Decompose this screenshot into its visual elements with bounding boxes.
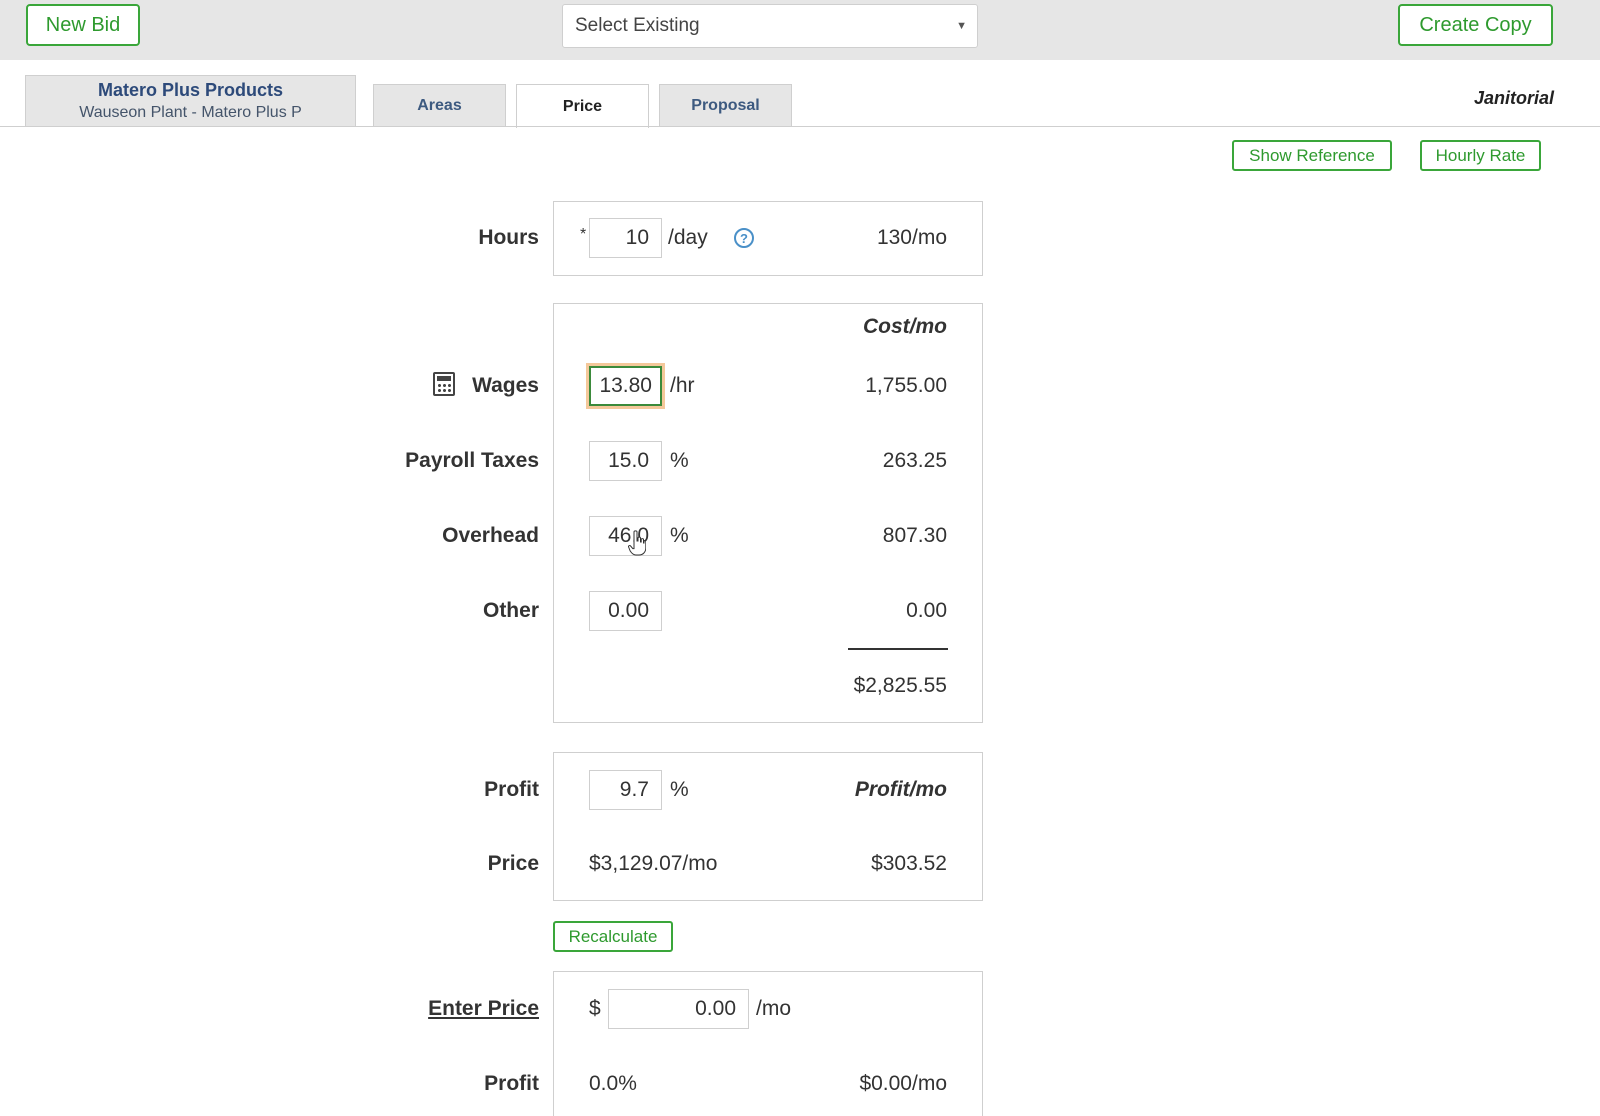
price-value: $3,129.07/mo (589, 852, 718, 875)
company-name: Matero Plus Products (97, 80, 284, 100)
tab-price[interactable]: Price (516, 84, 649, 128)
hours-per-month: 130/mo (876, 226, 947, 249)
company-location: Wauseon Plant - Matero Plus P (79, 104, 302, 121)
select-existing-label: Select Existing (575, 15, 700, 36)
payroll-taxes-label: Payroll Taxes (405, 449, 539, 472)
total-cost: $2,825.55 (853, 674, 947, 697)
calculator-icon[interactable] (433, 372, 455, 396)
overhead-cost: 807.30 (882, 524, 947, 547)
enter-price-input[interactable] (608, 989, 749, 1029)
hours-unit: /day (668, 226, 708, 249)
profit-per-month: $303.52 (871, 852, 947, 875)
currency-symbol: $ (589, 997, 601, 1020)
show-reference-button[interactable]: Show Reference (1232, 140, 1392, 171)
hours-label: Hours (478, 226, 539, 249)
help-icon[interactable]: ? (734, 228, 754, 248)
wages-label: Wages (472, 374, 539, 397)
wages-input[interactable] (589, 366, 662, 406)
total-rule (848, 648, 948, 650)
other-label: Other (482, 599, 539, 622)
profit-percent-unit: % (670, 778, 689, 801)
payroll-taxes-input[interactable] (589, 441, 662, 481)
overhead-unit: % (670, 524, 689, 547)
profit-label: Profit (484, 778, 539, 801)
dropdown-arrow-icon: ▼ (956, 20, 967, 32)
wages-cost: 1,755.00 (865, 374, 947, 397)
hours-per-day-input[interactable] (589, 218, 662, 258)
entered-profit-per-month: $0.00/mo (859, 1072, 947, 1095)
service-type-label: Janitorial (1473, 88, 1554, 108)
hand-cursor-icon (628, 530, 646, 556)
profit-header: Profit/mo (854, 778, 947, 801)
tab-areas[interactable]: Areas (373, 84, 506, 127)
other-cost: 0.00 (906, 599, 947, 622)
wages-unit: /hr (670, 374, 695, 397)
new-bid-button[interactable]: New Bid (26, 4, 140, 46)
enter-price-link[interactable]: Enter Price (428, 997, 539, 1021)
required-mark: * (580, 226, 587, 243)
tab-divider (0, 126, 1600, 127)
overhead-label: Overhead (442, 524, 539, 547)
hourly-rate-button[interactable]: Hourly Rate (1420, 140, 1541, 171)
payroll-taxes-unit: % (670, 449, 689, 472)
select-existing-dropdown[interactable]: Select Existing ▼ (562, 4, 978, 48)
payroll-taxes-cost: 263.25 (882, 449, 947, 472)
other-input[interactable] (589, 591, 662, 631)
recalculate-button[interactable]: Recalculate (553, 921, 673, 952)
tab-company[interactable]: Matero Plus Products Wauseon Plant - Mat… (25, 75, 356, 127)
tab-proposal[interactable]: Proposal (659, 84, 792, 127)
price-label: Price (487, 852, 539, 875)
enter-price-unit: /mo (756, 997, 792, 1020)
overhead-input[interactable] (589, 516, 662, 556)
create-copy-button[interactable]: Create Copy (1398, 4, 1553, 46)
entered-profit-percent: 0.0% (589, 1072, 637, 1095)
entered-profit-label: Profit (484, 1072, 539, 1095)
cost-header: Cost/mo (863, 315, 947, 338)
profit-percent-input[interactable] (589, 770, 662, 810)
